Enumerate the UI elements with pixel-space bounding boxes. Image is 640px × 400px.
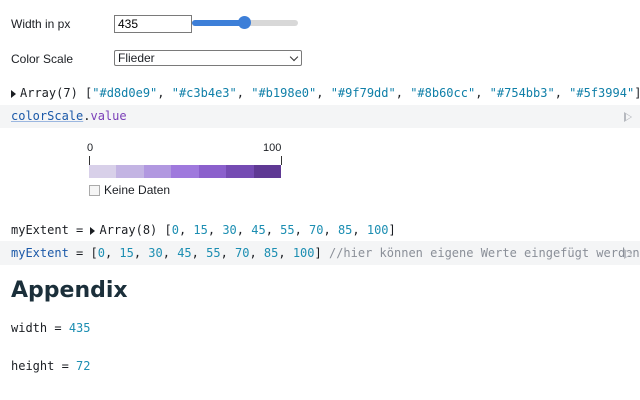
extent-cell-suffix: ] bbox=[314, 246, 322, 260]
list-separator: , bbox=[249, 246, 264, 260]
extent-cell-values: 0, 15, 30, 45, 55, 70, 85, 100 bbox=[98, 246, 315, 260]
legend-tick-line-min bbox=[89, 156, 90, 165]
legend-swatch bbox=[116, 165, 144, 178]
legend-swatch bbox=[89, 165, 117, 178]
extent-output-value: 0 bbox=[171, 223, 179, 237]
extent-output-value: 45 bbox=[251, 223, 266, 237]
extent-output-value: 70 bbox=[309, 223, 324, 237]
slider-fill bbox=[192, 20, 244, 26]
array-color-value: "#c3b4e3" bbox=[171, 86, 237, 100]
legend-color-bar bbox=[89, 165, 281, 178]
array-color-value: "#8b60cc" bbox=[410, 86, 476, 100]
list-separator: , bbox=[323, 223, 338, 237]
extent-cell-value: 0 bbox=[97, 246, 105, 260]
legend-swatch bbox=[253, 165, 281, 178]
height-output[interactable]: height = 72 bbox=[11, 359, 91, 373]
color-scale-object: colorScale bbox=[11, 109, 84, 123]
list-separator: , bbox=[191, 246, 207, 260]
legend-swatch bbox=[143, 165, 172, 178]
list-separator: , bbox=[475, 86, 490, 100]
width-output-name: width bbox=[11, 321, 48, 335]
list-separator: , bbox=[265, 223, 281, 237]
array-color-value: "#9f79dd" bbox=[330, 86, 396, 100]
extent-output-value: 15 bbox=[193, 223, 208, 237]
extent-cell-comment: //hier können eigene Werte eingefügt wer… bbox=[328, 246, 640, 260]
extent-output-value: 55 bbox=[280, 223, 295, 237]
extent-output-suffix: ] bbox=[388, 223, 396, 237]
extent-output-prefix: Array(8) [ bbox=[99, 223, 172, 237]
list-separator: , bbox=[178, 223, 194, 237]
extent-output-name: myExtent bbox=[11, 223, 69, 237]
list-separator: , bbox=[157, 86, 172, 100]
list-separator: , bbox=[133, 246, 149, 260]
legend-swatch bbox=[171, 165, 199, 178]
legend-tick-min: 0 bbox=[87, 142, 94, 154]
extent-output[interactable]: myExtent = Array(8) [0, 15, 30, 45, 55, … bbox=[11, 223, 396, 237]
extent-cell-value: 100 bbox=[292, 246, 315, 260]
list-separator: , bbox=[316, 86, 331, 100]
extent-cell-value: 85 bbox=[263, 246, 279, 260]
array-color-value: "#754bb3" bbox=[489, 86, 555, 100]
extent-cell-value: 55 bbox=[206, 246, 221, 260]
extent-code[interactable]: myExtent = [0, 15, 30, 45, 55, 70, 85, 1… bbox=[11, 246, 640, 260]
list-separator: , bbox=[236, 86, 252, 100]
run-icon[interactable] bbox=[624, 112, 632, 122]
list-separator: , bbox=[352, 223, 367, 237]
extent-cell-value: 70 bbox=[235, 246, 250, 260]
legend-swatch bbox=[198, 165, 227, 178]
no-data-label: Keine Daten bbox=[104, 183, 171, 197]
extent-cell-value: 45 bbox=[177, 246, 192, 260]
extent-cell-equals: = [ bbox=[68, 246, 98, 260]
height-output-name: height bbox=[11, 359, 55, 373]
expand-triangle-icon[interactable] bbox=[90, 226, 96, 235]
slider-thumb[interactable] bbox=[237, 16, 251, 29]
list-separator: , bbox=[236, 223, 252, 237]
width-output-value: 435 bbox=[68, 321, 91, 335]
list-separator: , bbox=[554, 86, 570, 100]
height-output-equals: = bbox=[54, 359, 77, 373]
extent-output-value: 85 bbox=[337, 223, 353, 237]
color-scale-property: value bbox=[90, 109, 127, 123]
array-suffix: ] bbox=[634, 86, 640, 100]
extent-output-equals: = bbox=[68, 223, 91, 237]
extent-cell-value: 30 bbox=[148, 246, 163, 260]
list-separator: , bbox=[278, 246, 293, 260]
width-slider[interactable] bbox=[192, 16, 298, 29]
list-separator: , bbox=[395, 86, 411, 100]
width-label: Width in px bbox=[11, 17, 71, 31]
legend-swatch bbox=[226, 165, 254, 178]
list-separator: , bbox=[207, 223, 223, 237]
width-input[interactable] bbox=[114, 15, 192, 33]
list-separator: , bbox=[162, 246, 178, 260]
legend-tick-max: 100 bbox=[263, 142, 282, 154]
color-scale-code[interactable]: colorScale.value bbox=[11, 109, 127, 123]
chevron-down-icon bbox=[289, 52, 299, 62]
legend-tick-line-max bbox=[281, 156, 282, 165]
list-separator: , bbox=[294, 223, 310, 237]
array-color-value: "#5f3994" bbox=[569, 86, 635, 100]
expand-triangle-icon[interactable] bbox=[11, 89, 16, 98]
appendix-heading: Appendix bbox=[11, 278, 128, 303]
no-data-swatch bbox=[89, 185, 100, 196]
width-output-equals: = bbox=[47, 321, 69, 335]
extent-output-value: 100 bbox=[366, 223, 389, 237]
array-colors: "#d8d0e9", "#c3b4e3", "#b198e0", "#9f79d… bbox=[92, 86, 634, 100]
height-output-value: 72 bbox=[76, 359, 91, 373]
width-output[interactable]: width = 435 bbox=[11, 321, 91, 335]
extent-cell-value: 15 bbox=[119, 246, 134, 260]
color-scale-selected: Flieder bbox=[118, 51, 155, 65]
extent-output-value: 30 bbox=[222, 223, 237, 237]
array-prefix: Array(7) [ bbox=[20, 86, 93, 100]
extent-cell-name: myExtent bbox=[11, 246, 69, 260]
colors-array-output[interactable]: Array(7) ["#d8d0e9", "#c3b4e3", "#b198e0… bbox=[11, 86, 640, 100]
array-color-value: "#d8d0e9" bbox=[92, 86, 158, 100]
color-scale-label: Color Scale bbox=[11, 52, 74, 66]
array-color-value: "#b198e0" bbox=[251, 86, 317, 100]
color-scale-select[interactable]: Flieder bbox=[114, 50, 302, 66]
run-icon[interactable] bbox=[624, 249, 632, 259]
extent-output-values: 0, 15, 30, 45, 55, 70, 85, 100 bbox=[172, 223, 389, 237]
list-separator: , bbox=[104, 246, 120, 260]
list-separator: , bbox=[220, 246, 236, 260]
